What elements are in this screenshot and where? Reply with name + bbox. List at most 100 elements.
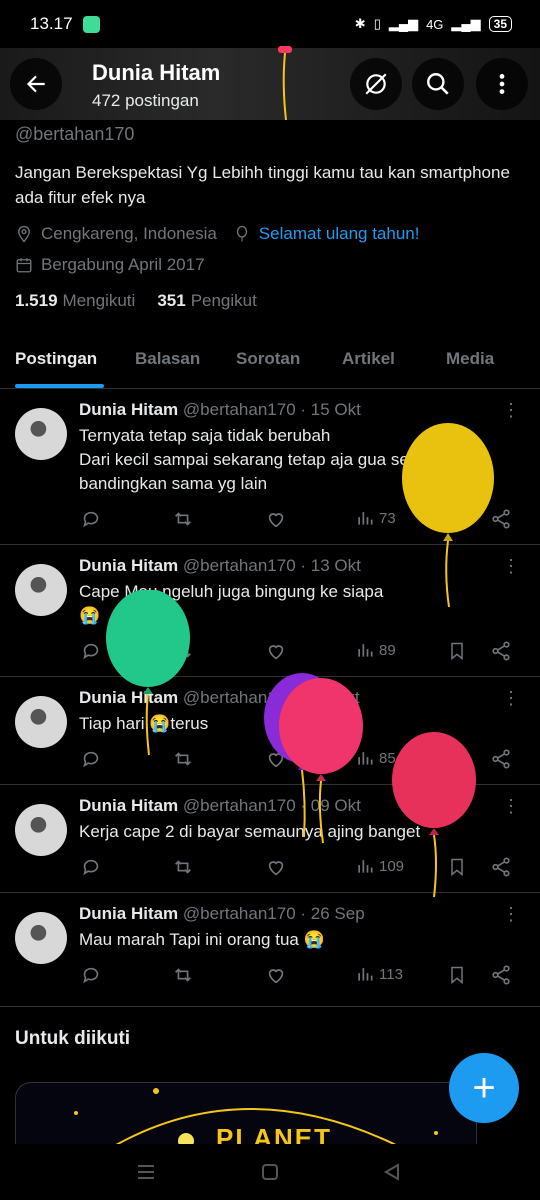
followers-count: 351 (157, 291, 186, 310)
birthday-link[interactable]: Selamat ulang tahun! (259, 224, 420, 244)
tweet-date: · 26 Sep (300, 904, 365, 923)
views-stat[interactable]: 73 (355, 508, 396, 528)
search-button[interactable] (412, 58, 464, 110)
tweet-actions: 113 (80, 964, 520, 990)
tweet[interactable]: Dunia Hitam @bertahan170 · 26 Sep ⋮ Mau … (0, 902, 540, 1007)
repost-icon[interactable] (172, 856, 194, 878)
like-icon[interactable] (265, 856, 287, 878)
views-count: 89 (379, 641, 396, 659)
tweet-header: Dunia Hitam @bertahan170 · 26 Sep (79, 904, 365, 924)
like-icon[interactable] (265, 964, 287, 986)
tweet-more-icon[interactable]: ⋮ (502, 796, 520, 817)
bar-chart-icon (358, 968, 373, 981)
signal-icon: ▂▄▆ (388, 16, 419, 31)
profile-tabs: Postingan Balasan Sorotan Artikel Media (0, 340, 540, 389)
grok-icon (365, 73, 387, 95)
tweet-header: Dunia Hitam @bertahan170 · 13 Okt (79, 556, 361, 576)
share-icon[interactable] (490, 964, 512, 986)
tweet-text: Mau marah Tapi ini orang tua 😭 (79, 930, 325, 949)
avatar[interactable] (15, 564, 67, 616)
avatar[interactable] (15, 696, 67, 748)
header-title: Dunia Hitam (92, 60, 221, 85)
tab-balasan[interactable]: Balasan (135, 349, 200, 369)
bookmark-icon[interactable] (447, 640, 467, 662)
red-balloon-icon (392, 732, 476, 898)
bar-chart-icon (358, 512, 373, 525)
tweet-author-handle: @bertahan170 (182, 904, 296, 923)
reply-icon[interactable] (80, 856, 102, 878)
more-options-button[interactable] (476, 58, 528, 110)
back-nav-icon[interactable] (382, 1162, 402, 1182)
back-button[interactable] (10, 58, 62, 110)
grok-button[interactable] (350, 58, 402, 110)
following-stat[interactable]: 1.519 Mengikuti (15, 291, 135, 311)
recent-apps-icon[interactable] (135, 1162, 157, 1182)
suggestions-title: Untuk diikuti (15, 1028, 131, 1049)
followers-label: Pengikut (190, 291, 257, 310)
profile-bio: Jangan Berekspektasi Yg Lebihh tinggi ka… (15, 163, 510, 207)
share-icon[interactable] (490, 640, 512, 662)
tab-media[interactable]: Media (446, 349, 494, 369)
network-type: 4G (426, 16, 444, 32)
tweet-author-handle: @bertahan170 (182, 556, 296, 575)
bookmark-icon[interactable] (447, 964, 467, 986)
repost-icon[interactable] (172, 508, 194, 530)
tweet-author-handle: @bertahan170 (182, 400, 296, 419)
pink-balloon-icon (279, 678, 363, 844)
arrow-left-icon (26, 75, 45, 93)
like-icon[interactable] (265, 640, 287, 662)
home-icon[interactable] (260, 1162, 280, 1182)
profile-handle: @bertahan170 (15, 124, 135, 144)
reply-icon[interactable] (80, 964, 102, 986)
reply-icon[interactable] (80, 640, 102, 662)
share-icon[interactable] (490, 748, 512, 770)
tweet-more-icon[interactable]: ⋮ (502, 400, 520, 421)
balloon-string-icon (278, 46, 292, 121)
views-stat[interactable]: 113 (355, 964, 403, 984)
tweet-author-name: Dunia Hitam (79, 556, 179, 575)
views-stat[interactable]: 89 (355, 640, 396, 660)
views-count: 73 (379, 509, 396, 527)
tweet-date: · 13 Okt (300, 556, 361, 575)
tweet-author-name: Dunia Hitam (79, 904, 179, 923)
bar-chart-icon (358, 860, 373, 873)
profile-joined-row: Bergabung April 2017 (15, 255, 205, 275)
avatar[interactable] (15, 912, 67, 964)
reply-icon[interactable] (80, 748, 102, 770)
status-right: ✱ ▯ ▂▄▆ 4G ▂▄▆ 35 (355, 16, 512, 32)
plus-icon: + (472, 1065, 496, 1110)
status-left: 13.17 (30, 14, 100, 34)
signal-icon-2: ▂▄▆ (451, 16, 481, 31)
suggestion-card[interactable]: PLANET (15, 1082, 477, 1146)
tab-artikel[interactable]: Artikel (342, 349, 395, 369)
following-label: Mengikuti (62, 291, 136, 310)
header-post-count: 472 postingan (92, 91, 199, 110)
tweet-more-icon[interactable]: ⋮ (502, 556, 520, 577)
profile-joined: Bergabung April 2017 (41, 255, 205, 274)
balloon-icon (236, 225, 247, 242)
repost-icon[interactable] (172, 964, 194, 986)
followers-stat[interactable]: 351 Pengikut (157, 291, 257, 311)
battery-icon: 35 (488, 16, 512, 32)
message-notification-icon (82, 15, 100, 33)
more-vertical-icon (499, 74, 505, 94)
tweet-more-icon[interactable]: ⋮ (502, 904, 520, 925)
calendar-icon (16, 258, 32, 273)
compose-post-button[interactable]: + (449, 1053, 519, 1123)
active-tab-indicator (15, 384, 104, 388)
tab-sorotan[interactable]: Sorotan (236, 349, 300, 369)
following-count: 1.519 (15, 291, 58, 310)
avatar[interactable] (15, 408, 67, 460)
status-bar: 13.17 ✱ ▯ ▂▄▆ 4G ▂▄▆ 35 (0, 0, 540, 48)
follow-stats: 1.519 Mengikuti 351 Pengikut (15, 291, 257, 311)
vibrate-icon: ▯ (373, 16, 381, 31)
system-navigation-bar (0, 1144, 540, 1200)
avatar[interactable] (15, 804, 67, 856)
tab-postingan[interactable]: Postingan (15, 349, 97, 369)
tweet-more-icon[interactable]: ⋮ (502, 688, 520, 709)
profile-meta-row: Cengkareng, Indonesia Selamat ulang tahu… (15, 224, 419, 244)
reply-icon[interactable] (80, 508, 102, 530)
profile-location: Cengkareng, Indonesia (41, 224, 217, 243)
share-icon[interactable] (490, 856, 512, 878)
like-icon[interactable] (265, 508, 287, 530)
